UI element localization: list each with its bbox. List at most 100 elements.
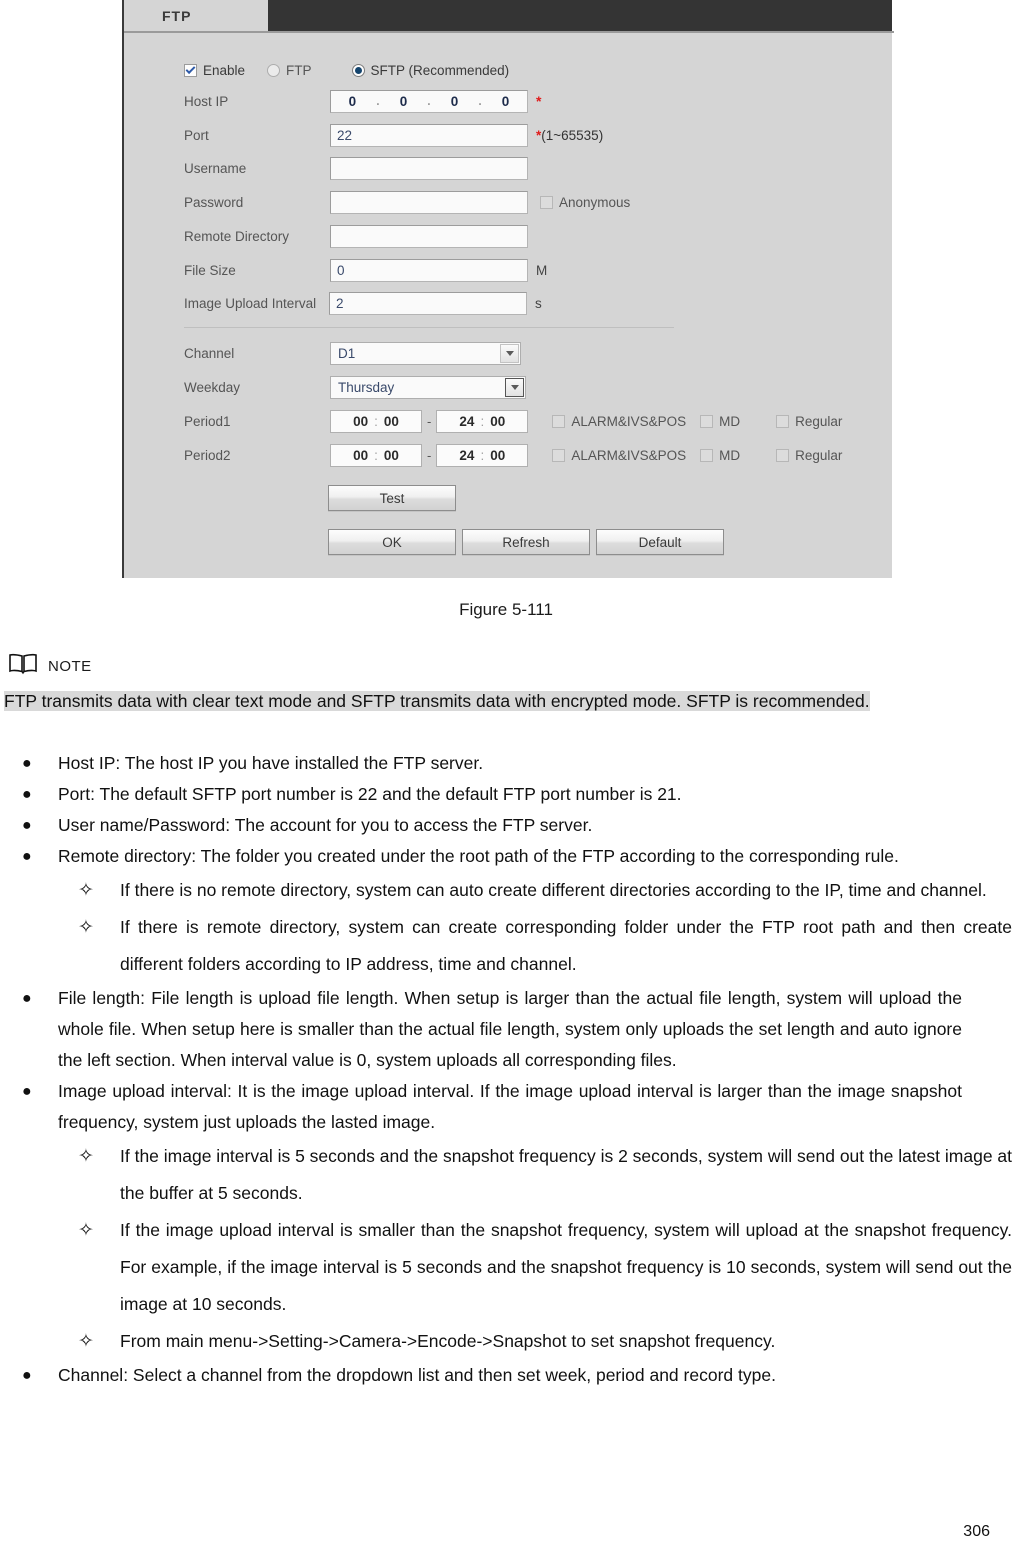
period2-md-checkbox[interactable] [700, 448, 714, 462]
period1-start-minute: 00 [383, 413, 399, 429]
period2-alarm-label: ALARM&IVS&POS [571, 447, 687, 463]
username-label: Username [184, 160, 247, 176]
list-item-text: If the image upload interval is smaller … [120, 1220, 1012, 1314]
host-ip-octet-2[interactable]: 0 [392, 94, 414, 109]
bullet-icon: ● [22, 1367, 32, 1384]
period1-start-colon: : [374, 413, 378, 429]
period1-regular-checkbox[interactable] [776, 414, 790, 428]
bullet-icon: ● [22, 786, 32, 803]
period2-regular-label: Regular [795, 447, 843, 463]
ftp-form: Enable FTP SFTP (Recommended) Host IP 0 … [124, 33, 892, 578]
host-ip-dot-3: . [478, 94, 482, 108]
default-button[interactable]: Default [596, 529, 724, 555]
enable-label: Enable [203, 62, 246, 78]
period2-start-time[interactable]: 00 : 00 [330, 443, 422, 467]
tab-ftp[interactable]: FTP [124, 0, 268, 31]
period2-label: Period2 [184, 447, 231, 463]
file-size-input[interactable]: 0 [330, 258, 528, 282]
period1-label: Period1 [184, 413, 231, 429]
channel-value: D1 [338, 345, 356, 361]
list-item: ● Port: The default SFTP port number is … [12, 779, 962, 810]
list-item: ● Channel: Select a channel from the dro… [12, 1360, 962, 1391]
host-ip-input[interactable]: 0 . 0 . 0 . 0 [330, 89, 528, 113]
period2-end-time[interactable]: 24 : 00 [436, 443, 529, 467]
chevron-down-icon[interactable] [500, 343, 519, 363]
host-ip-octet-1[interactable]: 0 [341, 94, 363, 109]
period1-md-checkbox[interactable] [700, 414, 714, 428]
host-ip-octet-3[interactable]: 0 [443, 94, 465, 109]
period1-start-time[interactable]: 00 : 00 [330, 409, 422, 433]
enable-checkbox[interactable] [184, 63, 197, 77]
test-button[interactable]: Test [328, 485, 456, 511]
protocol-row: Enable FTP SFTP (Recommended) [184, 57, 509, 83]
file-size-label: File Size [184, 262, 236, 278]
list-item: ● Remote directory: The folder you creat… [12, 841, 962, 872]
list-item: ● File length: File length is upload fil… [12, 983, 962, 1076]
list-item: ✧ If the image upload interval is smalle… [70, 1212, 1012, 1323]
list-item-text: File length: File length is upload file … [58, 988, 962, 1070]
refresh-button[interactable]: Refresh [462, 529, 590, 555]
channel-label: Channel [184, 345, 235, 361]
chevron-down-icon[interactable] [505, 377, 524, 397]
period1-row: Period1 00 : 00 - 24 : 00 ALARM&IVS&POS … [184, 408, 924, 434]
host-ip-octet-4[interactable]: 0 [495, 94, 517, 109]
list-item-text: If there is remote directory, system can… [120, 917, 1012, 974]
period2-regular-checkbox[interactable] [776, 448, 790, 462]
ftp-radio[interactable] [267, 63, 281, 77]
page-number: 306 [963, 1523, 990, 1540]
bullet-icon: ● [22, 1083, 32, 1100]
period1-end-minute: 00 [490, 413, 506, 429]
diamond-bullet-icon: ✧ [78, 1146, 94, 1167]
ftp-radio-label: FTP [286, 62, 312, 78]
ok-button[interactable]: OK [328, 529, 456, 555]
sftp-radio-label: SFTP (Recommended) [370, 62, 510, 78]
period1-alarm-checkbox[interactable] [552, 414, 566, 428]
bullet-icon: ● [22, 755, 32, 772]
bullet-icon: ● [22, 848, 32, 865]
list-item: ● User name/Password: The account for yo… [12, 810, 962, 841]
list-item: ● Image upload interval: It is the image… [12, 1076, 962, 1138]
sftp-radio[interactable] [351, 63, 365, 77]
password-input[interactable] [330, 190, 528, 214]
ftp-config-panel: FTP Enable FTP SFTP (Recommended) Host I… [122, 0, 894, 578]
port-hint: *(1~65535) [536, 127, 604, 143]
username-input[interactable] [330, 156, 528, 180]
username-row: Username [184, 155, 528, 181]
channel-select[interactable]: D1 [330, 341, 521, 365]
list-item: ✧ From main menu->Setting->Camera->Encod… [70, 1323, 1012, 1360]
period2-separator: - [427, 447, 432, 463]
list-item-text: If the image interval is 5 seconds and t… [120, 1146, 1012, 1203]
note-label: NOTE [48, 658, 92, 675]
weekday-select[interactable]: Thursday [330, 375, 526, 399]
image-upload-interval-input[interactable]: 2 [329, 291, 527, 315]
period1-alarm-label: ALARM&IVS&POS [571, 413, 687, 429]
test-button-label: Test [379, 490, 405, 506]
anonymous-checkbox[interactable] [540, 195, 553, 209]
remote-directory-input[interactable] [330, 224, 528, 248]
host-ip-dot-1: . [376, 94, 380, 108]
weekday-value: Thursday [338, 379, 395, 395]
diamond-bullet-icon: ✧ [78, 880, 94, 901]
list-item: ✧ If the image interval is 5 seconds and… [70, 1138, 1012, 1212]
file-size-row: File Size 0 M [184, 257, 547, 283]
period2-end-colon: : [480, 447, 485, 463]
image-upload-interval-row: Image Upload Interval 2 s [184, 290, 542, 316]
section-divider [184, 327, 674, 328]
port-row: Port 22 *(1~65535) [184, 122, 884, 148]
list-item-text: Host IP: The host IP you have installed … [58, 753, 484, 773]
period2-alarm-checkbox[interactable] [552, 448, 566, 462]
period1-end-time[interactable]: 24 : 00 [436, 409, 529, 433]
refresh-button-label: Refresh [502, 534, 550, 550]
image-upload-interval-value: 2 [336, 295, 344, 311]
weekday-label: Weekday [184, 379, 241, 395]
host-ip-label: Host IP [184, 93, 229, 109]
note-text: FTP transmits data with clear text mode … [4, 691, 870, 711]
period1-separator: - [427, 413, 432, 429]
period1-end-hour: 24 [459, 413, 475, 429]
file-size-unit: M [536, 262, 548, 278]
port-input[interactable]: 22 [330, 123, 528, 147]
period2-end-minute: 00 [490, 447, 506, 463]
ok-button-label: OK [382, 534, 402, 550]
file-size-value: 0 [337, 262, 345, 278]
description-list: ● Host IP: The host IP you have installe… [0, 748, 1012, 1391]
